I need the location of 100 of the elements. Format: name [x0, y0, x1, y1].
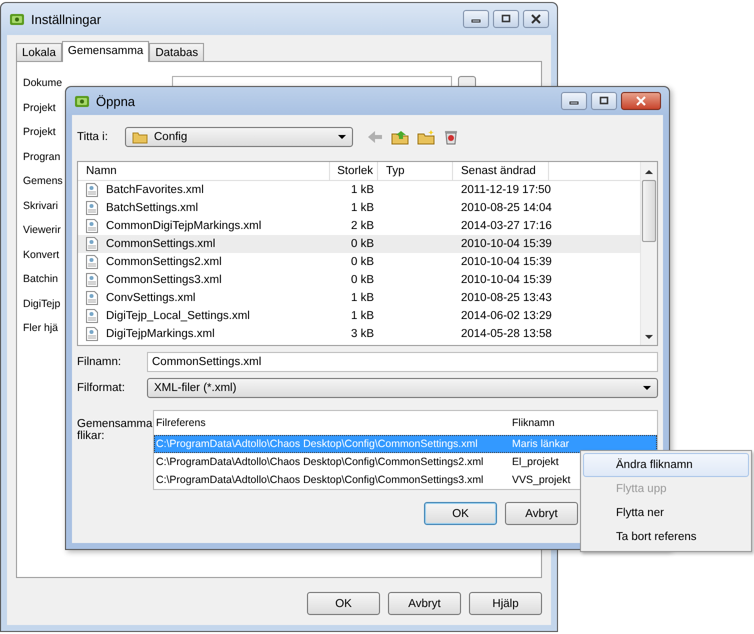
xml-file-icon	[86, 309, 98, 323]
xml-file-icon	[86, 201, 98, 215]
app-icon	[74, 94, 90, 108]
column-header[interactable]: Storlek	[330, 162, 378, 180]
xml-file-icon	[86, 237, 98, 251]
file-size: 0 kB	[350, 238, 375, 250]
column-header[interactable]: Namn	[78, 162, 330, 180]
maximize-icon	[598, 96, 610, 106]
xml-file-icon	[86, 255, 98, 269]
setting-label: DigiTejp	[23, 296, 62, 312]
menu-item[interactable]: Ändra fliknamn	[583, 453, 749, 477]
setting-label: Konvert	[23, 248, 60, 262]
file-size: 2 kB	[350, 220, 375, 232]
file-row[interactable]: DigiTejpMarkings.xml 3 kB 2014-05-28 13:58	[78, 325, 640, 343]
column-header[interactable]: Typ	[378, 162, 453, 180]
dialog-button[interactable]: Avbryt	[388, 592, 461, 615]
maximize-button[interactable]	[591, 92, 617, 110]
file-name: DigiTejpMarkings.xml	[106, 328, 215, 340]
filename-label: Filnamn:	[77, 356, 122, 368]
setting-label: Viewerir	[23, 223, 62, 238]
table-cell: VVS_projekt	[512, 474, 570, 486]
file-date: 2010-10-04 15:39	[460, 274, 553, 286]
setting-label: Projekt	[23, 125, 57, 140]
app-icon	[9, 12, 25, 26]
file-row[interactable]: CommonSettings3.xml 0 kB 2010-10-04 15:39	[78, 271, 640, 289]
file-date: 2010-10-04 15:39	[460, 238, 553, 250]
minimize-button[interactable]	[561, 92, 587, 110]
setting-label: Skrivari	[23, 198, 60, 214]
scrollbar[interactable]	[640, 162, 657, 345]
caret-icon	[643, 386, 651, 390]
dialog-button[interactable]: Avbryt	[505, 502, 578, 525]
setting-label: Fler hjä	[23, 321, 60, 336]
caret-icon	[338, 135, 346, 139]
xml-file-icon	[86, 219, 98, 233]
dialog-button[interactable]: OK	[424, 502, 497, 525]
file-name: BatchFavorites.xml	[106, 184, 204, 196]
close-icon	[530, 14, 542, 24]
xml-file-icon	[86, 183, 98, 197]
tab[interactable]: Databas	[149, 43, 204, 61]
file-size: 1 kB	[350, 310, 375, 322]
new-folder-icon[interactable]	[417, 129, 435, 145]
file-row[interactable]: CommonSettings.xml 0 kB 2010-10-04 15:39	[78, 235, 640, 253]
file-date: 2010-10-04 15:39	[460, 256, 553, 268]
setting-label: Progran	[23, 150, 62, 164]
file-name: CommonSettings2.xml	[106, 256, 222, 268]
file-date: 2010-08-25 14:04	[460, 202, 553, 214]
file-name: CommonSettings.xml	[106, 238, 216, 250]
table-cell-text: C:\ProgramData\Adtollo\Chaos Desktop\Config\CommonSettings2.xml	[155, 456, 484, 468]
xml-file-icon	[86, 273, 98, 287]
close-icon	[635, 96, 647, 106]
folder-dropdown[interactable]: Config	[125, 127, 353, 147]
maximize-button[interactable]	[493, 10, 519, 28]
file-size: 0 kB	[350, 256, 375, 268]
menu-item[interactable]: Flytta ner	[583, 501, 749, 525]
file-name: BatchSettings.xml	[106, 202, 198, 214]
file-row[interactable]: BatchSettings.xml 1 kB 2010-08-25 14:04	[78, 199, 640, 217]
scroll-thumb[interactable]	[642, 180, 656, 242]
scroll-down-icon[interactable]	[645, 335, 653, 339]
setting-label: Projekt	[23, 100, 57, 116]
table-cell: El_projekt	[512, 456, 559, 468]
dialog-button[interactable]: OK	[307, 592, 380, 615]
window-title: Inställningar	[31, 12, 102, 26]
file-size: 1 kB	[350, 202, 375, 214]
file-row[interactable]: CommonSettings2.xml 0 kB 2010-10-04 15:39	[78, 253, 640, 271]
table-cell-text: C:\ProgramData\Adtollo\Chaos Desktop\Config\CommonSettings3.xml	[155, 474, 484, 486]
file-size: 1 kB	[350, 184, 375, 196]
file-row[interactable]: DigiTejp_Local_Settings.xml 1 kB 2014-06-02 13:29	[78, 307, 640, 325]
column-header: Filreferens	[155, 417, 207, 429]
shared-tabs-label: Gemensamma flikar:	[77, 417, 153, 442]
look-in-label: Titta i:	[77, 131, 109, 143]
setting-label: Gemens	[23, 174, 64, 189]
setting-label: Dokume	[23, 76, 64, 91]
format-dropdown[interactable]: XML-filer (*.xml)	[147, 378, 658, 398]
tab[interactable]: Lokala	[16, 43, 62, 61]
dialog-title: Öppna	[96, 94, 136, 108]
dialog-button[interactable]: Hjälp	[469, 592, 542, 615]
file-row[interactable]: ConvSettings.xml 1 kB 2010-08-25 13:43	[78, 289, 640, 307]
file-name: CommonSettings3.xml	[106, 274, 222, 286]
delete-icon[interactable]	[443, 129, 459, 145]
file-size: 0 kB	[350, 274, 375, 286]
close-button[interactable]	[523, 10, 549, 28]
minimize-button[interactable]	[463, 10, 489, 28]
table-cell-text: C:\ProgramData\Adtollo\Chaos Desktop\Config\CommonSettings.xml	[155, 438, 479, 450]
file-row[interactable]: CommonDigiTejpMarkings.xml 2 kB 2014-03-27 17:16	[78, 217, 640, 235]
file-row[interactable]: BatchFavorites.xml 1 kB 2011-12-19 17:50	[78, 181, 640, 199]
folder-up-icon[interactable]	[391, 129, 409, 145]
file-name: CommonDigiTejpMarkings.xml	[106, 220, 262, 232]
scroll-up-icon[interactable]	[645, 170, 653, 174]
maximize-icon	[500, 14, 512, 24]
tab[interactable]: Gemensamma	[62, 41, 150, 62]
file-date: 2014-06-02 13:29	[460, 310, 553, 322]
file-name: ConvSettings.xml	[106, 292, 196, 304]
file-size: 3 kB	[350, 328, 375, 340]
close-button[interactable]	[621, 92, 661, 110]
column-header[interactable]: Senast ändrad	[453, 162, 549, 180]
file-date: 2014-03-27 17:16	[460, 220, 553, 232]
filename-field[interactable]: CommonSettings.xml	[147, 352, 658, 372]
menu-item[interactable]: Ta bort referens	[583, 525, 749, 549]
column-header: Fliknamn	[512, 417, 555, 429]
file-size: 1 kB	[350, 292, 375, 304]
